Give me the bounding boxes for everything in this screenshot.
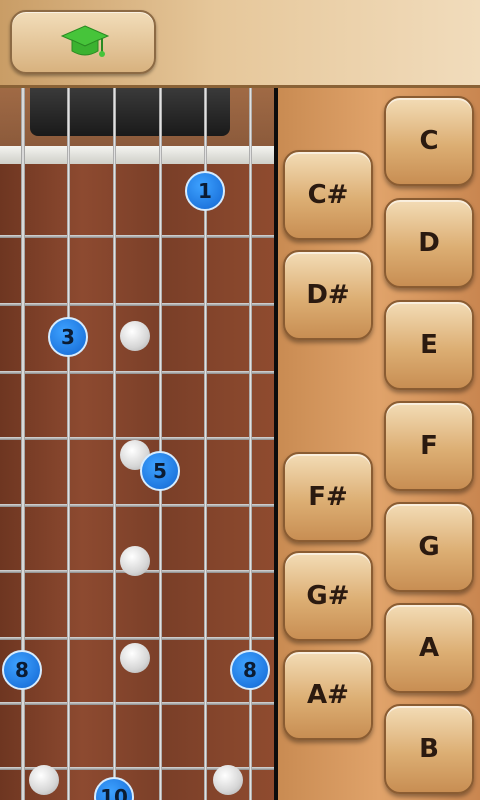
- graduation-cap-icon: [60, 25, 110, 57]
- finger-marker: 8: [2, 649, 42, 690]
- note-button-f-sharp[interactable]: F#: [283, 452, 373, 542]
- note-button-f[interactable]: F: [384, 401, 474, 491]
- note-button-g-sharp[interactable]: G#: [283, 551, 373, 641]
- note-button-e[interactable]: E: [384, 300, 474, 390]
- fret-line: [0, 303, 274, 306]
- note-button-c-sharp[interactable]: C#: [283, 150, 373, 240]
- note-button-b[interactable]: B: [384, 704, 474, 794]
- note-button-d[interactable]: D: [384, 198, 474, 288]
- finger-marker: 5: [140, 450, 180, 491]
- finger-marker: 10: [94, 777, 134, 800]
- note-button-a-sharp[interactable]: A#: [283, 650, 373, 740]
- fret-line: [0, 371, 274, 374]
- inlay-dot: [120, 321, 150, 351]
- inlay-dot: [120, 643, 150, 673]
- note-button-d-sharp[interactable]: D#: [283, 250, 373, 340]
- guitar-string: [159, 88, 162, 800]
- finger-marker: 3: [48, 317, 88, 357]
- fret-line: [0, 637, 274, 640]
- inlay-dot: [120, 546, 150, 576]
- learn-button[interactable]: [10, 10, 156, 74]
- guitar-string: [67, 88, 70, 800]
- note-button-c[interactable]: C: [384, 96, 474, 186]
- note-button-g[interactable]: G: [384, 502, 474, 592]
- top-bar: [0, 0, 480, 88]
- note-button-a[interactable]: A: [384, 603, 474, 693]
- guitar-string: [249, 88, 252, 800]
- inlay-dot: [213, 765, 243, 795]
- fret-line: [0, 504, 274, 507]
- inlay-dot: [29, 765, 59, 795]
- finger-marker: 8: [230, 649, 270, 690]
- note-panel: C D E F G A B C# D# F# G# A#: [278, 88, 480, 800]
- finger-marker: 1: [185, 170, 225, 211]
- fret-line: [0, 702, 274, 705]
- nut: [0, 146, 274, 164]
- guitar-string: [21, 88, 25, 800]
- fret-line: [0, 235, 274, 238]
- tuner-plate: [30, 88, 230, 136]
- guitar-string: [113, 88, 116, 800]
- fretboard[interactable]: 1 3 5 8 8 10: [0, 88, 274, 800]
